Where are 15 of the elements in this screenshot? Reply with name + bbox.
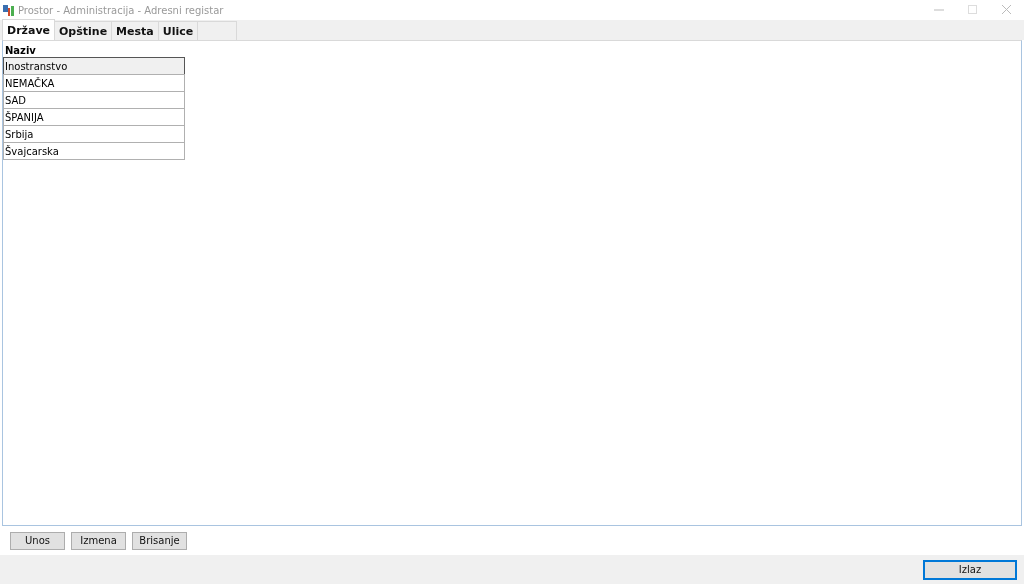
column-header: Naziv	[4, 43, 37, 58]
app-icon	[3, 4, 14, 16]
action-button[interactable]: Unos	[10, 531, 65, 550]
window-title: Prostor - Administracija - Adresni registar	[18, 4, 225, 16]
tab[interactable]: Države	[2, 19, 55, 40]
table-row[interactable]: Inostranstvo	[3, 57, 185, 75]
table-row[interactable]: NEMAČKA	[3, 74, 185, 92]
action-button[interactable]: Brisanje	[132, 531, 187, 550]
action-button[interactable]: Izmena	[71, 531, 126, 550]
tab[interactable]: Opštine	[54, 21, 113, 40]
table-row[interactable]: Srbija	[3, 125, 185, 143]
table-row[interactable]: ŠPANIJA	[3, 108, 185, 126]
table-row[interactable]: SAD	[3, 91, 185, 109]
table-row[interactable]: Švajcarska	[3, 142, 185, 160]
exit-button[interactable]: Izlaz	[924, 560, 1016, 579]
